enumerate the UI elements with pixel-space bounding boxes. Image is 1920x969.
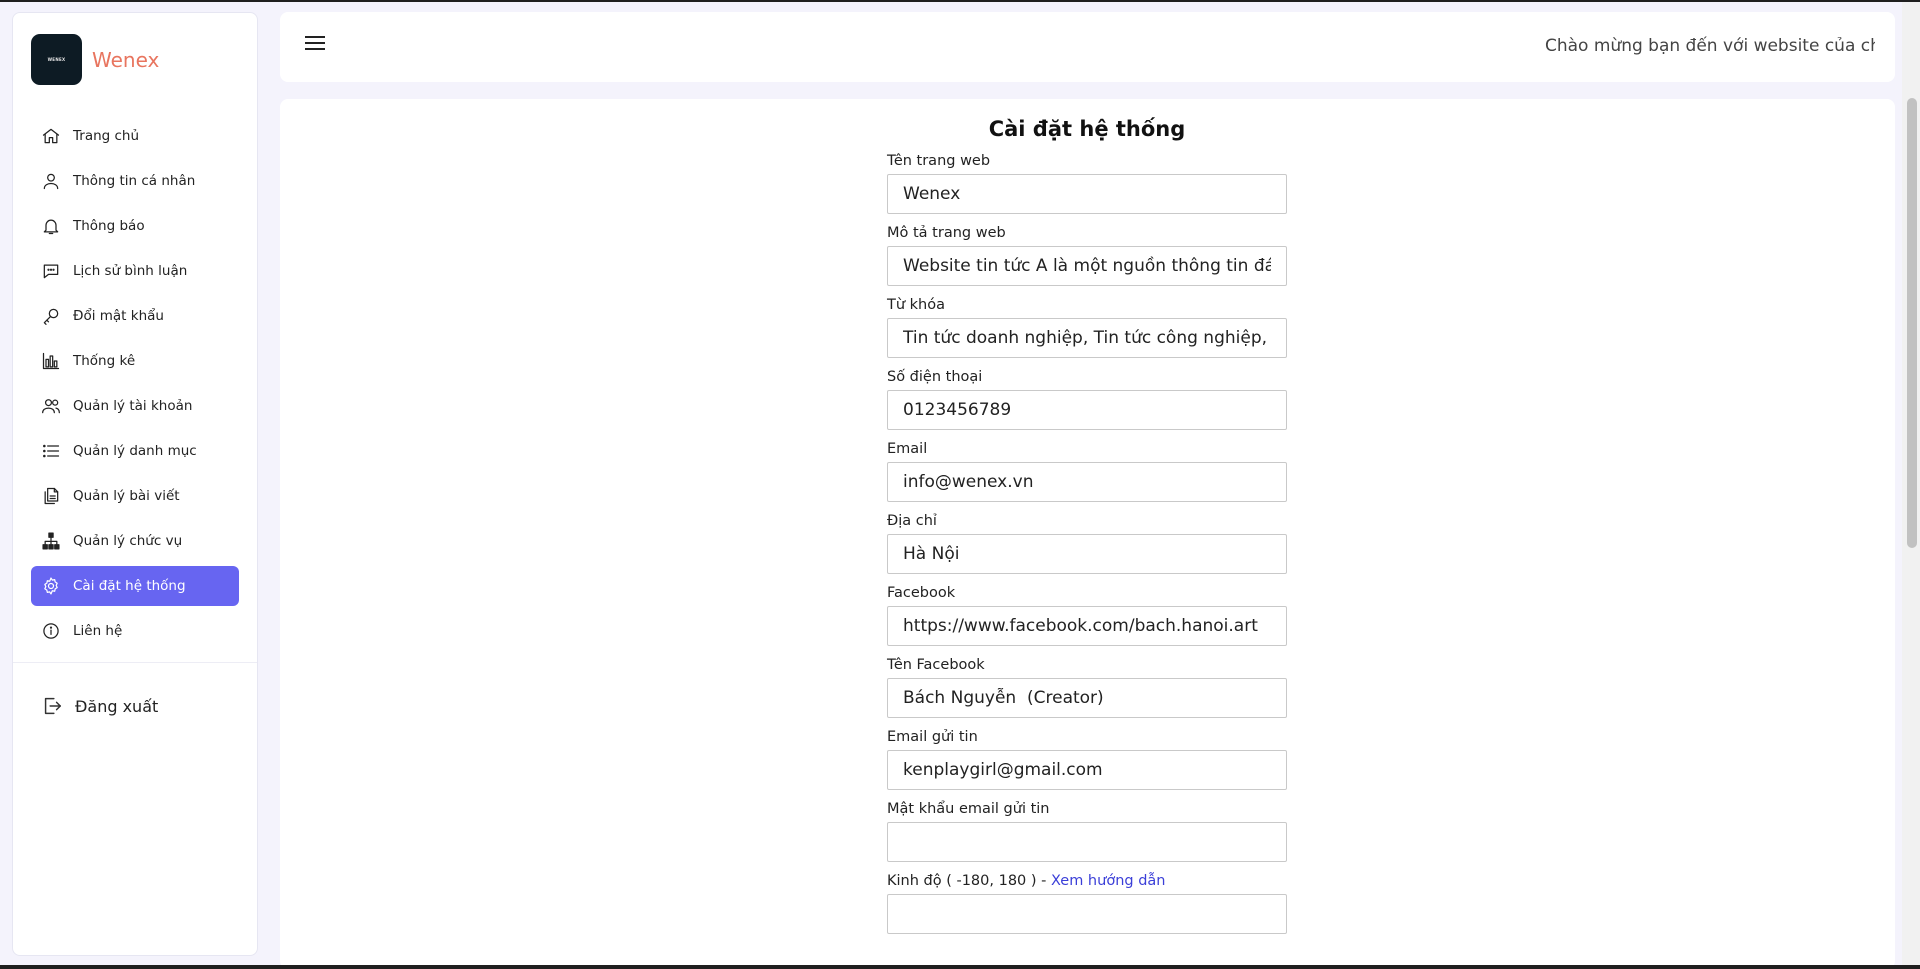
sidebar-item-statistics[interactable]: Thống kê [31,341,239,381]
sidebar-item-post-management[interactable]: Quản lý bài viết [31,476,239,516]
comment-icon [41,261,61,281]
sidebar-item-label: Liên hệ [73,623,123,639]
sidebar-item-label: Thống kê [73,353,136,369]
logout-icon [44,697,61,715]
sidebar-item-role-management[interactable]: Quản lý chức vụ [31,521,239,561]
sidebar-divider [13,662,257,663]
field-label: Số điện thoại [887,369,983,385]
site-description-input[interactable] [887,246,1287,286]
field-label: Tên trang web [887,153,991,169]
sidebar-item-home[interactable]: Trang chủ [31,116,239,156]
field-label: Mô tả trang web [887,225,1006,241]
field-label: Mật khẩu email gửi tin [887,801,1050,817]
sidebar-item-comment-history[interactable]: Lịch sử bình luận [31,251,239,291]
longitude-label: Kinh độ ( -180, 180 ) - [887,873,1051,889]
logout-button[interactable]: Đăng xuất [41,695,158,717]
sender-email-input[interactable] [887,750,1287,790]
sidebar-item-label: Đổi mật khẩu [73,308,164,324]
sidebar-item-category-management[interactable]: Quản lý danh mục [31,431,239,471]
menu-toggle-icon[interactable] [305,36,327,56]
sidebar: WENEX Wenex Trang chủ Thông tin cá nhân … [12,12,258,956]
sidebar-item-contact[interactable]: Liên hệ [31,611,239,651]
user-icon [41,171,61,191]
field-keywords: Từ khóa [887,297,1287,358]
sidebar-item-label: Quản lý danh mục [73,443,197,459]
sidebar-item-system-settings[interactable]: Cài đặt hệ thống [31,566,239,606]
keywords-input[interactable] [887,318,1287,358]
sidebar-item-label: Lịch sử bình luận [73,263,188,279]
field-email: Email [887,441,1287,502]
phone-input[interactable] [887,390,1287,430]
bell-icon [41,216,61,236]
sidebar-item-label: Trang chủ [73,128,140,144]
scrollbar[interactable] [1902,2,1920,965]
sidebar-item-profile[interactable]: Thông tin cá nhân [31,161,239,201]
page-title: Cài đặt hệ thống [988,117,1186,141]
field-phone: Số điện thoại [887,369,1287,430]
field-sender-email: Email gửi tin [887,729,1287,790]
email-input[interactable] [887,462,1287,502]
sidebar-item-label: Quản lý bài viết [73,488,180,504]
system-settings-form: Cài đặt hệ thống Tên trang web Mô tả tra… [887,117,1287,945]
top-header: Chào mừng bạn đến với website của chúng … [280,12,1895,82]
sidebar-item-label: Thông báo [73,218,145,234]
facebook-name-input[interactable] [887,678,1287,718]
field-label: Địa chỉ [887,513,937,529]
sidebar-item-label: Cài đặt hệ thống [73,578,186,594]
sidebar-item-label: Thông tin cá nhân [73,173,196,189]
field-site-name: Tên trang web [887,153,1287,214]
logout-label: Đăng xuất [75,696,159,716]
site-name-input[interactable] [887,174,1287,214]
sidebar-nav: Trang chủ Thông tin cá nhân Thông báo Lị… [31,116,239,656]
sender-email-password-input[interactable] [887,822,1287,862]
field-label: Email [887,441,928,457]
field-label: Kinh độ ( -180, 180 ) - Xem hướng dẫn [887,873,1287,890]
gear-icon [41,576,61,596]
app-window: WENEX Wenex Trang chủ Thông tin cá nhân … [0,2,1920,965]
brand-logo-text: WENEX [47,57,66,62]
field-facebook-name: Tên Facebook [887,657,1287,718]
scrollbar-thumb[interactable] [1907,98,1917,548]
home-icon [41,126,61,146]
main-content: Cài đặt hệ thống Tên trang web Mô tả tra… [280,99,1895,965]
field-label: Tên Facebook [887,657,985,673]
field-longitude: Kinh độ ( -180, 180 ) - Xem hướng dẫn [887,873,1287,934]
documents-icon [41,486,61,506]
users-icon [41,396,61,416]
sidebar-item-label: Quản lý chức vụ [73,533,183,549]
sidebar-item-change-password[interactable]: Đổi mật khẩu [31,296,239,336]
sidebar-item-account-management[interactable]: Quản lý tài khoản [31,386,239,426]
field-address: Địa chỉ [887,513,1287,574]
address-input[interactable] [887,534,1287,574]
sidebar-item-notifications[interactable]: Thông báo [31,206,239,246]
field-sender-email-password: Mật khẩu email gửi tin [887,801,1287,862]
facebook-input[interactable] [887,606,1287,646]
field-facebook: Facebook [887,585,1287,646]
sidebar-item-label: Quản lý tài khoản [73,398,193,414]
longitude-input[interactable] [887,894,1287,934]
field-site-description: Mô tả trang web [887,225,1287,286]
brand[interactable]: WENEX Wenex [31,34,159,85]
field-label: Từ khóa [887,297,945,313]
brand-logo: WENEX [31,34,82,85]
hierarchy-icon [41,531,61,551]
brand-name: Wenex [92,47,160,72]
bar-chart-icon [41,351,61,371]
view-guide-link[interactable]: Xem hướng dẫn [1051,873,1165,889]
field-label: Facebook [887,585,956,601]
welcome-marquee: Chào mừng bạn đến với website của chúng … [1545,36,1875,56]
info-icon [41,621,61,641]
key-icon [41,306,61,326]
field-label: Email gửi tin [887,729,978,745]
list-icon [41,441,61,461]
